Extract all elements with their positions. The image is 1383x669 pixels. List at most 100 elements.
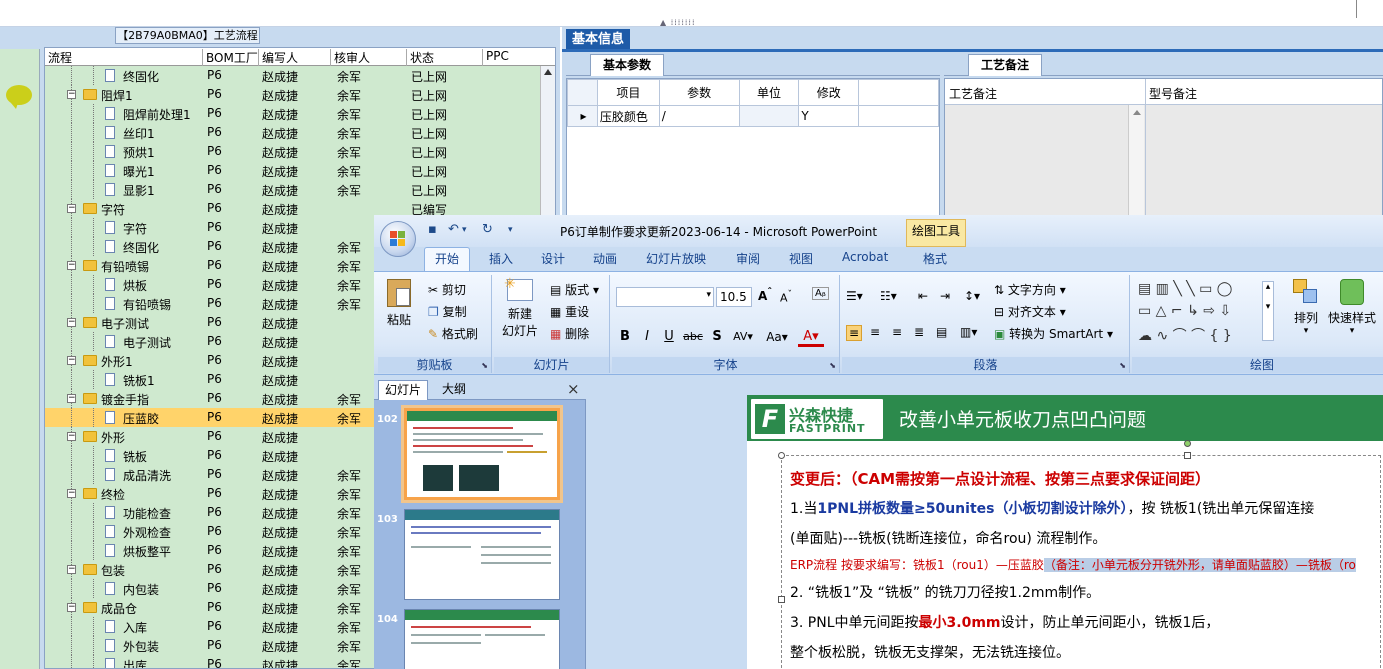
slide-title[interactable]: 改善小单元板收刀点凹凸问题 <box>899 405 1146 432</box>
undo-icon[interactable]: ↶ <box>448 222 459 237</box>
collapse-icon[interactable]: − <box>67 394 76 403</box>
tab-home[interactable]: 开始 <box>424 247 470 271</box>
cell-item[interactable]: 压胶颜色 <box>596 105 660 127</box>
col-header-writer[interactable]: 编写人 <box>259 49 331 66</box>
resize-handle[interactable] <box>1184 452 1191 459</box>
tab-view[interactable]: 视图 <box>789 250 813 267</box>
tab-slideshow[interactable]: 幻灯片放映 <box>646 250 706 267</box>
tab-slides[interactable]: 幻灯片 <box>378 380 428 400</box>
dialog-launcher-icon[interactable]: ⬊ <box>481 361 488 370</box>
collapse-icon[interactable]: − <box>67 356 76 365</box>
slide-thumbnail-103[interactable] <box>404 509 560 600</box>
slide-textbox[interactable]: 变更后：（CAM需按第一点设计流程、按第三点要求保证间距） 1.当1PNL拼板数… <box>778 452 1381 669</box>
arrange-button[interactable]: 排列 ▾ <box>1288 279 1324 336</box>
col-header-status[interactable]: 状态 <box>407 49 483 66</box>
paste-button[interactable]: 粘贴 <box>382 279 416 328</box>
row-pointer-icon[interactable]: ▸ <box>567 105 598 127</box>
char-spacing-icon[interactable]: AV▾ <box>728 327 758 347</box>
col-item[interactable]: 项目 <box>596 79 660 106</box>
increase-indent-icon[interactable]: ⇥ <box>940 289 950 303</box>
tab-basic-params[interactable]: 基本参数 <box>590 54 664 76</box>
shapes-more-icon[interactable]: ▴ ▾ <box>1262 281 1274 341</box>
align-right-icon[interactable]: ≡ <box>892 325 902 339</box>
distributed-icon[interactable]: ▤ <box>936 325 947 339</box>
tab-design[interactable]: 设计 <box>541 250 565 267</box>
clear-format-icon[interactable]: Aᵦ <box>812 287 829 300</box>
tab-format[interactable]: 格式 <box>923 250 947 267</box>
layout-button[interactable]: ▤ 版式 ▾ <box>550 281 599 298</box>
tree-row[interactable]: 预烘1 P6 赵成捷 余军 已上网 <box>45 142 540 161</box>
slide-canvas[interactable]: F 兴森快捷 FASTPRINT 改善小单元板收刀点凹凸问题 变更后：（CAM需… <box>747 395 1383 669</box>
tree-row[interactable]: 阻焊前处理1 P6 赵成捷 余军 已上网 <box>45 104 540 123</box>
align-text-button[interactable]: ⊟ 对齐文本 ▾ <box>994 303 1066 320</box>
tab-review[interactable]: 审阅 <box>736 250 760 267</box>
tree-row[interactable]: 终固化 P6 赵成捷 余军 已上网 <box>45 66 540 85</box>
slide-thumbnail-104[interactable] <box>404 609 560 669</box>
col-unit[interactable]: 单位 <box>738 79 800 106</box>
shapes-row3-icon[interactable]: ☁ ∿ ⌒ ⌒ { } <box>1138 325 1232 345</box>
chat-bubble-icon[interactable] <box>6 85 32 109</box>
col-modify[interactable]: 修改 <box>798 79 860 106</box>
collapse-icon[interactable]: − <box>67 489 76 498</box>
splitter-grip[interactable]: ▲ ⁞⁞⁞⁞⁞⁞⁞ <box>660 18 720 27</box>
slide-thumbnail-102[interactable] <box>404 408 560 500</box>
scroll-up-icon[interactable] <box>544 69 552 75</box>
dialog-launcher-icon[interactable]: ⬊ <box>829 361 836 370</box>
col-header-flow[interactable]: 流程 <box>45 49 203 66</box>
format-painter-button[interactable]: ✎ 格式刷 <box>428 325 478 342</box>
justify-icon[interactable]: ≣ <box>914 325 924 339</box>
cut-button[interactable]: ✂ 剪切 <box>428 281 466 298</box>
chevron-down-icon[interactable]: ▾ <box>706 290 711 300</box>
bold-icon[interactable]: B <box>616 327 634 347</box>
col-header-reviewer[interactable]: 核审人 <box>331 49 407 66</box>
new-slide-button[interactable]: ✳ 新建 幻灯片 <box>498 276 542 339</box>
tab-process-remarks[interactable]: 工艺备注 <box>968 54 1042 76</box>
tab-insert[interactable]: 插入 <box>489 250 513 267</box>
col-header-ppc[interactable]: PPC <box>483 49 540 66</box>
decrease-indent-icon[interactable]: ⇤ <box>918 289 928 303</box>
scroll-up-icon[interactable] <box>1133 110 1141 115</box>
collapse-icon[interactable]: − <box>67 432 76 441</box>
collapse-icon[interactable]: − <box>67 204 76 213</box>
resize-handle[interactable] <box>778 452 785 459</box>
change-case-icon[interactable]: Aa▾ <box>762 327 792 347</box>
smartart-button[interactable]: ▣ 转换为 SmartArt ▾ <box>994 325 1113 342</box>
reset-button[interactable]: ▦ 重设 <box>550 303 589 320</box>
tab-animations[interactable]: 动画 <box>593 250 617 267</box>
collapse-icon[interactable]: − <box>67 565 76 574</box>
align-left-icon[interactable]: ≡ <box>846 325 863 341</box>
undo-dropdown-icon[interactable]: ▾ <box>462 225 467 235</box>
collapse-icon[interactable]: − <box>67 90 76 99</box>
font-name-combo[interactable]: ▾ <box>616 287 714 307</box>
collapse-icon[interactable]: − <box>67 603 76 612</box>
col-header-bom[interactable]: BOM工厂 <box>203 49 259 66</box>
tree-row[interactable]: 显影1 P6 赵成捷 余军 已上网 <box>45 180 540 199</box>
tree-row[interactable]: − 阻焊1 P6 赵成捷 余军 已上网 <box>45 85 540 104</box>
drawing-tools-context-tab[interactable]: 绘图工具 <box>906 219 966 247</box>
columns-icon[interactable]: ▥▾ <box>960 325 977 339</box>
shapes-row2-icon[interactable]: ▭ △ ⌐ ↳ ⇨ ⇩ <box>1138 303 1231 319</box>
font-size-combo[interactable]: 10.5 <box>716 287 752 307</box>
bullets-icon[interactable]: ☰▾ <box>846 289 863 303</box>
line-spacing-icon[interactable]: ↕▾ <box>964 289 980 303</box>
save-icon[interactable]: ▪ <box>428 222 437 237</box>
tab-outline[interactable]: 大纲 <box>430 380 478 400</box>
italic-icon[interactable]: I <box>638 327 656 347</box>
tab-acrobat[interactable]: Acrobat <box>842 250 888 264</box>
font-color-icon[interactable]: A▾ <box>798 327 824 347</box>
redo-icon[interactable]: ↻ <box>482 222 493 237</box>
collapse-icon[interactable]: − <box>67 318 76 327</box>
cell-modify[interactable]: Y <box>798 105 860 127</box>
numbering-icon[interactable]: ☷▾ <box>880 289 897 303</box>
tree-row[interactable]: 曝光1 P6 赵成捷 余军 已上网 <box>45 161 540 180</box>
close-icon[interactable]: × <box>567 380 580 398</box>
cell-param[interactable]: / <box>658 105 740 127</box>
tree-row[interactable]: 丝印1 P6 赵成捷 余军 已上网 <box>45 123 540 142</box>
strikethrough-icon[interactable]: abc <box>682 327 704 347</box>
align-center-icon[interactable]: ≡ <box>870 325 880 339</box>
quick-styles-button[interactable]: 快速样式 ▾ <box>1324 279 1380 336</box>
col-process-remark[interactable]: 工艺备注 <box>949 85 997 102</box>
collapse-icon[interactable]: − <box>67 261 76 270</box>
shadow-icon[interactable]: S <box>708 327 726 347</box>
tab-basic-info[interactable]: 基本信息 <box>566 29 630 50</box>
